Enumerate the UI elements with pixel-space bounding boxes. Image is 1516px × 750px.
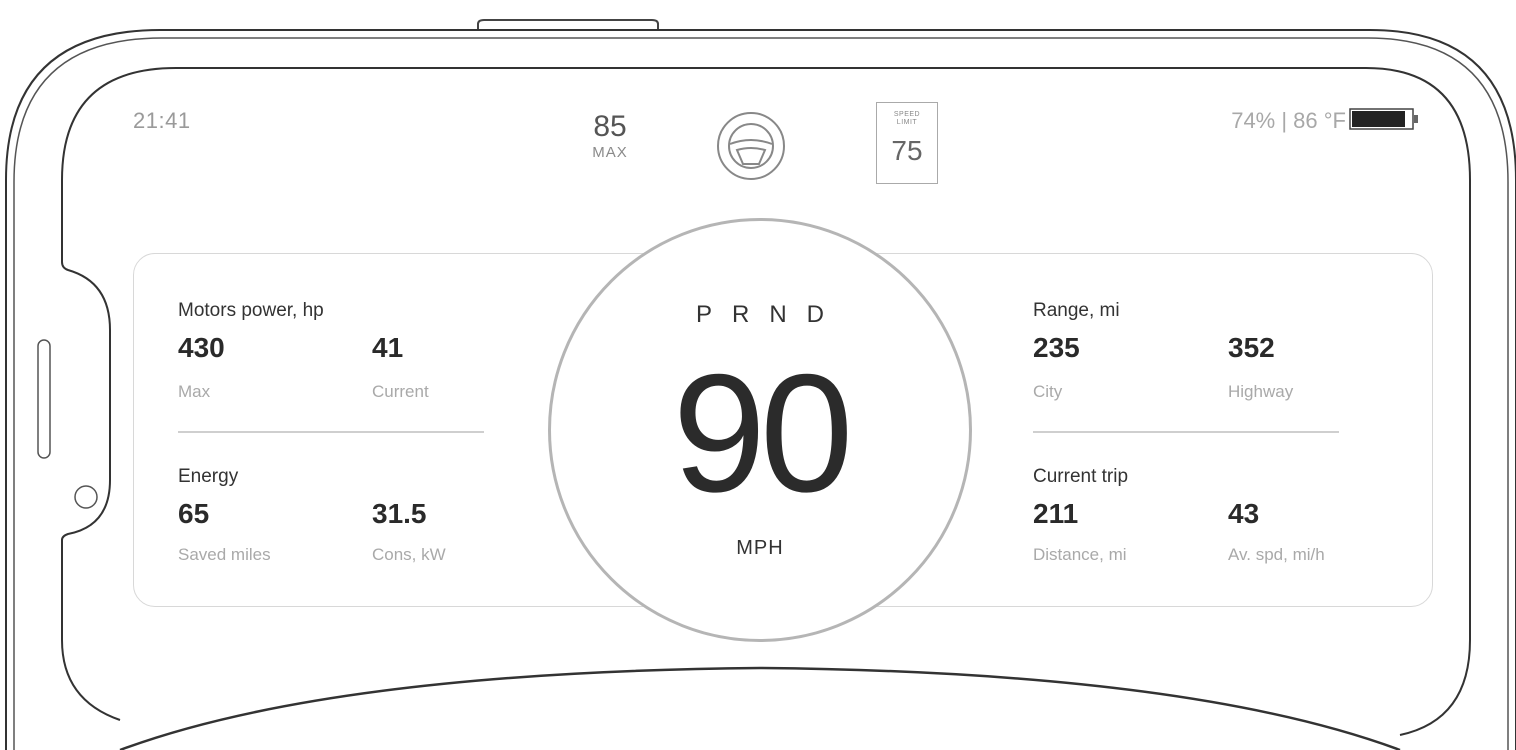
trip-avg-speed-value: 43: [1228, 498, 1260, 529]
energy-title: Energy: [178, 466, 239, 487]
cruise-label: MAX: [592, 144, 628, 161]
motors-max-value: 430: [178, 332, 225, 363]
gear-selector[interactable]: PRND: [551, 301, 969, 329]
range-highway-value: 352: [1228, 332, 1275, 363]
motors-max-label: Max: [178, 382, 211, 401]
trip-avg-speed-label: Av. spd, mi/h: [1228, 545, 1325, 564]
clock: 21:41: [133, 108, 191, 133]
energy-cons-label: Cons, kW: [372, 545, 446, 564]
range-city-value: 235: [1033, 332, 1080, 363]
gear-n[interactable]: N: [769, 301, 786, 329]
motors-power-title: Motors power, hp: [178, 300, 324, 321]
trip-distance-label: Distance, mi: [1033, 545, 1127, 564]
speed-limit-value: 75: [891, 135, 923, 166]
battery-icon: [1349, 108, 1418, 130]
energy-saved-label: Saved miles: [178, 545, 271, 564]
speed-limit-sign: SPEED LIMIT 75: [876, 102, 938, 184]
range-city-label: City: [1033, 382, 1063, 401]
left-divider: [178, 431, 484, 433]
range-title: Range, mi: [1033, 300, 1120, 321]
gear-r[interactable]: R: [732, 301, 749, 329]
battery-temperature-status: 74% | 86 °F: [1231, 108, 1346, 133]
motors-current-label: Current: [372, 382, 429, 401]
energy-cons-value: 31.5: [372, 498, 427, 529]
speedometer-dial: PRND 90 MPH: [548, 218, 972, 642]
motors-current-value: 41: [372, 332, 404, 363]
speed-limit-caption: SPEED LIMIT: [893, 111, 921, 126]
gear-p[interactable]: P: [696, 301, 712, 329]
gear-d[interactable]: D: [807, 301, 824, 329]
range-highway-label: Highway: [1228, 382, 1294, 401]
trip-distance-value: 211: [1033, 498, 1079, 529]
cruise-value: 85: [593, 110, 627, 143]
current-speed: 90: [672, 339, 854, 527]
cruise-max-speed: 85 MAX: [580, 110, 640, 162]
steering-wheel-icon[interactable]: [715, 110, 787, 182]
energy-saved-value: 65: [178, 498, 210, 529]
speed-unit: MPH: [736, 537, 784, 559]
current-trip-title: Current trip: [1033, 466, 1129, 487]
right-divider: [1033, 431, 1339, 433]
